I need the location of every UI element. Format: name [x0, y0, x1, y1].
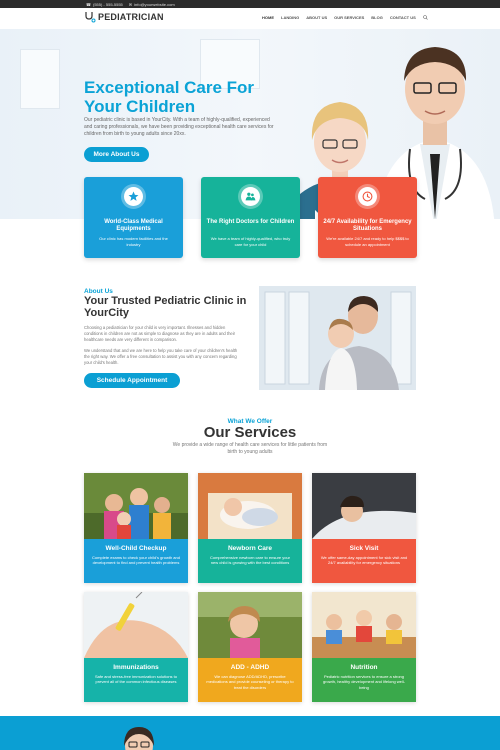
service-card-immunizations[interactable]: Immunizations Safe and stress-free immun…	[84, 592, 188, 702]
stethoscope-icon	[85, 12, 96, 23]
child-thinking-photo	[198, 592, 302, 658]
doctor-portrait-image	[124, 727, 154, 750]
service-card-well-child[interactable]: Well-Child Checkup Complete exams to che…	[84, 473, 188, 583]
feature-text: We're available 24/7 and ready to help $…	[326, 236, 409, 247]
service-title: Sick Visit	[349, 545, 379, 552]
feature-text: We have a team of highly-qualified, who …	[210, 236, 291, 247]
feature-text: Our clinic has modern facilities and the…	[99, 236, 168, 247]
service-card-add-adhd[interactable]: ADD - ADHD We can diagnose ADD/ADHD, pre…	[198, 592, 302, 702]
clock-icon	[362, 191, 373, 202]
nav-home[interactable]: HOME	[262, 15, 274, 20]
service-text: We can diagnose ADD/ADHD, prescribe medi…	[206, 674, 294, 690]
service-card-sick-visit[interactable]: Sick Visit We offer same-day appointment…	[312, 473, 416, 583]
main-nav: HOME LANDING ABOUT US OUR SERVICES BLOG …	[262, 15, 428, 20]
children-group-photo	[84, 473, 188, 539]
about-title: Your Trusted Pediatric Clinic in YourCit…	[84, 295, 247, 319]
service-title: Immunizations	[113, 664, 159, 671]
search-icon[interactable]	[422, 15, 428, 20]
feature-icon-ring	[238, 184, 263, 209]
hero-description: Our pediatric clinic is based in YourCit…	[84, 117, 274, 137]
sick-child-photo	[312, 473, 416, 539]
about-kicker: About Us	[84, 288, 113, 295]
service-panel: ADD - ADHD We can diagnose ADD/ADHD, pre…	[198, 658, 302, 702]
people-icon	[245, 192, 256, 201]
service-text: We offer same-day appointment for sick v…	[320, 555, 408, 566]
feature-title: 24/7 Availability for Emergency Situatio…	[323, 219, 412, 232]
mail-icon: ✉	[128, 1, 133, 7]
contact-band	[0, 716, 500, 750]
logo-text: PEDIATRICIAN	[98, 12, 164, 22]
about-paragraph-1: Choosing a pediatrician for your child i…	[84, 325, 236, 342]
about-paragraph-2: We understand that and we are here to he…	[84, 348, 238, 365]
service-card-newborn[interactable]: Newborn Care Comprehensive newborn care …	[198, 473, 302, 583]
feature-icon-ring	[121, 184, 146, 209]
service-title: Newborn Care	[227, 545, 273, 552]
top-bar: ☎ (555) - 555-5555 ✉ info@yourwebsite.co…	[0, 0, 500, 8]
vaccine-photo	[84, 592, 188, 658]
phone-info[interactable]: ☎ (555) - 555-5555	[86, 2, 123, 7]
service-card-nutrition[interactable]: Nutrition Pediatric nutrition services t…	[312, 592, 416, 702]
feature-card-equipment: World-Class Medical Equipments Our clini…	[84, 177, 183, 258]
service-text: Pediatric nutrition services to ensure a…	[322, 674, 406, 690]
nav-contact[interactable]: CONTACT US	[390, 15, 416, 20]
feature-icon-ring	[355, 184, 380, 209]
site-logo[interactable]: PEDIATRICIAN	[84, 11, 164, 23]
service-text: Complete exams to check your child's gro…	[92, 555, 180, 566]
service-text: Comprehensive newborn care to ensure you…	[209, 555, 291, 566]
father-child-photo	[259, 286, 416, 390]
email-text: info@yourwebsite.com	[134, 1, 175, 7]
service-panel: Newborn Care Comprehensive newborn care …	[198, 539, 302, 583]
service-title: ADD - ADHD	[230, 664, 270, 671]
feature-card-availability: 24/7 Availability for Emergency Situatio…	[318, 177, 417, 258]
services-title: Our Services	[203, 424, 297, 441]
star-icon	[128, 191, 139, 201]
site-header: PEDIATRICIAN HOME LANDING ABOUT US OUR S…	[0, 8, 500, 29]
nav-landing[interactable]: LANDING	[281, 15, 299, 20]
service-text: Safe and stress-free immunization soluti…	[94, 674, 178, 685]
more-about-us-button[interactable]: More About Us	[84, 147, 149, 162]
service-title: Nutrition	[350, 664, 378, 671]
background-window	[20, 49, 60, 109]
feature-icon-disc	[124, 187, 143, 206]
feature-title: The Right Doctors for Children	[206, 219, 295, 225]
feature-icon-disc	[241, 187, 260, 206]
feature-card-doctors: The Right Doctors for Children We have a…	[201, 177, 300, 258]
phone-icon: ☎	[86, 1, 91, 7]
nav-about[interactable]: ABOUT US	[306, 15, 327, 20]
service-panel: Well-Child Checkup Complete exams to che…	[84, 539, 188, 583]
service-title: Well-Child Checkup	[105, 545, 167, 552]
email-info[interactable]: ✉ info@yourwebsite.com	[129, 2, 175, 7]
service-panel: Sick Visit We offer same-day appointment…	[312, 539, 416, 583]
services-subtitle: We provide a wide range of health care s…	[172, 442, 328, 455]
feature-icon-disc	[358, 187, 377, 206]
feature-title: World-Class Medical Equipments	[104, 219, 163, 232]
newborn-photo	[198, 473, 302, 539]
service-panel: Immunizations Safe and stress-free immun…	[84, 658, 188, 702]
nav-blog[interactable]: BLOG	[371, 15, 383, 20]
phone-text: (555) - 555-5555	[92, 1, 123, 7]
service-panel: Nutrition Pediatric nutrition services t…	[312, 658, 416, 702]
kids-eating-photo	[312, 592, 416, 658]
nav-services[interactable]: OUR SERVICES	[334, 15, 364, 20]
schedule-appointment-button[interactable]: Schedule Appointment	[84, 373, 180, 388]
hero-title: Exceptional Care For Your Children	[84, 78, 255, 116]
